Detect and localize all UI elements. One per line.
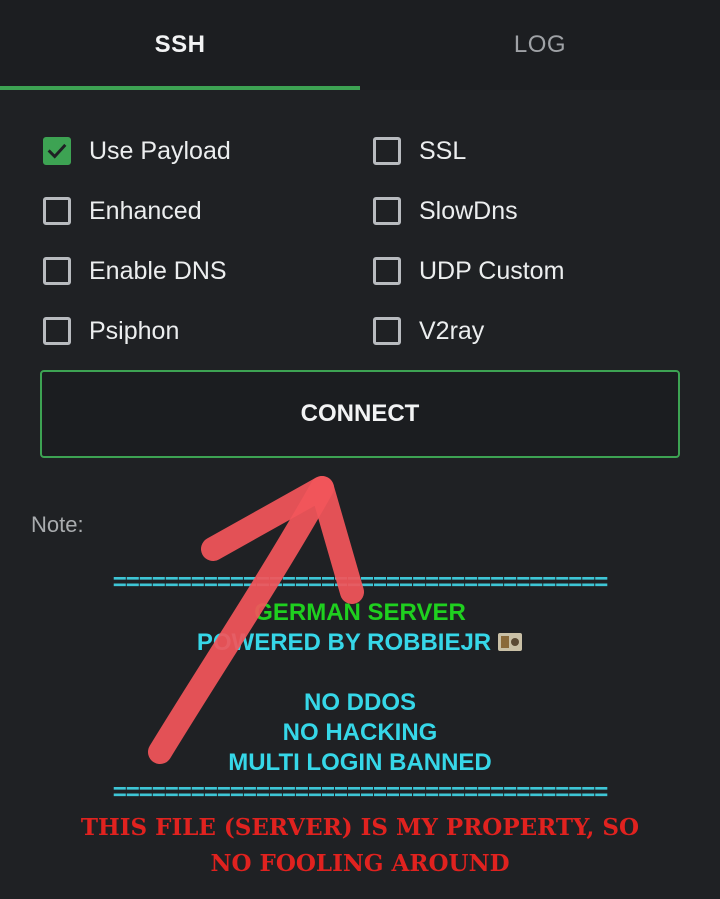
- note-rule-2: NO HACKING: [282, 719, 438, 746]
- option-v2ray[interactable]: V2ray: [373, 311, 484, 351]
- option-udp-custom[interactable]: UDP Custom: [373, 251, 564, 291]
- note-rule-3: MULTI LOGIN BANNED: [228, 749, 492, 776]
- option-slowdns[interactable]: SlowDns: [373, 191, 518, 231]
- note-powered-by: POWERED BY ROBBIEJR: [196, 629, 492, 656]
- note-label: Note:: [31, 512, 84, 537]
- option-label: Enable DNS: [89, 256, 227, 285]
- option-label: SlowDns: [419, 196, 518, 225]
- option-use-payload[interactable]: Use Payload: [43, 131, 231, 171]
- connect-button[interactable]: CONNECT: [40, 370, 680, 458]
- option-label: SSL: [419, 136, 467, 165]
- checkbox-udp-custom[interactable]: [373, 257, 401, 285]
- option-psiphon[interactable]: Psiphon: [43, 311, 179, 351]
- tab-bar: SSH LOG: [0, 0, 720, 90]
- checkbox-enable-dns[interactable]: [43, 257, 71, 285]
- option-enhanced[interactable]: Enhanced: [43, 191, 202, 231]
- note-powered-by-line: POWERED BY ROBBIEJR: [0, 628, 720, 658]
- option-label: UDP Custom: [419, 256, 565, 285]
- checkbox-ssl[interactable]: [373, 137, 401, 165]
- option-label: V2ray: [419, 316, 485, 345]
- note-server-name: GERMAN SERVER: [254, 599, 466, 626]
- checkbox-psiphon[interactable]: [43, 317, 71, 345]
- note-content: ====================================== G…: [0, 568, 720, 882]
- note-rule-1: NO DDOS: [303, 689, 416, 716]
- check-icon: [47, 143, 67, 159]
- tab-log[interactable]: LOG: [360, 0, 720, 90]
- active-tab-indicator: [0, 86, 360, 90]
- note-blank-line: [0, 658, 720, 688]
- checkbox-v2ray[interactable]: [373, 317, 401, 345]
- option-enable-dns[interactable]: Enable DNS: [43, 251, 227, 291]
- checkbox-slowdns[interactable]: [373, 197, 401, 225]
- tab-ssh[interactable]: SSH: [0, 0, 360, 90]
- checkbox-use-payload[interactable]: [43, 137, 71, 165]
- note-warning: THIS FILE (SERVER) IS MY PROPERTY, SO NO…: [80, 814, 640, 877]
- note-separator-bottom: ======================================: [112, 779, 609, 806]
- money-icon: [498, 633, 523, 651]
- option-label: Use Payload: [89, 136, 231, 165]
- option-label: Psiphon: [89, 316, 180, 345]
- checkbox-enhanced[interactable]: [43, 197, 71, 225]
- note-separator-top: ======================================: [112, 569, 609, 596]
- option-ssl[interactable]: SSL: [373, 131, 466, 171]
- option-label: Enhanced: [89, 196, 202, 225]
